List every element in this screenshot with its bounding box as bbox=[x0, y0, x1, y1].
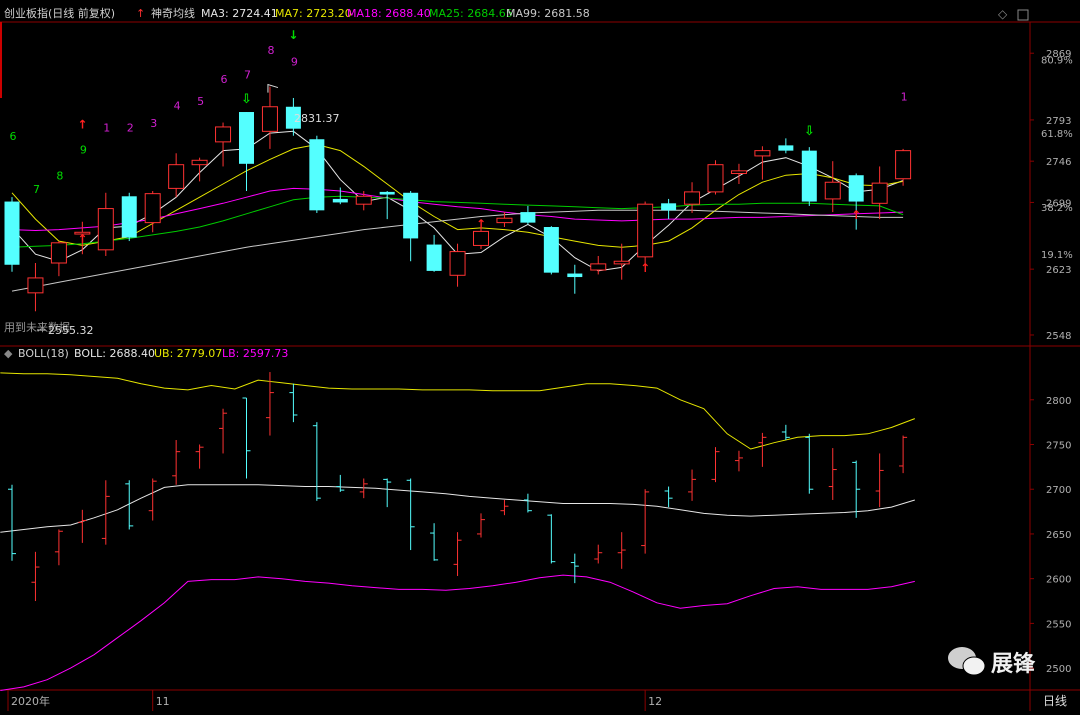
signal-number: 8 bbox=[56, 170, 63, 183]
signal-number: 6 bbox=[10, 130, 17, 143]
boll-y-tick-label: 2800 bbox=[1046, 396, 1071, 407]
high-price-label: 2831.37 bbox=[294, 112, 340, 125]
sell-arrow-icon: ⇩ bbox=[241, 92, 252, 107]
x-tick-label: 12 bbox=[648, 695, 662, 708]
boll-ub-value: UB: 2779.07 bbox=[154, 347, 222, 360]
chart-svg: 25482623269927462793286919.1%38.2%61.8%8… bbox=[0, 0, 1080, 711]
boll-y-tick-label: 2600 bbox=[1046, 575, 1071, 586]
candle-body-up bbox=[895, 150, 912, 180]
y-tick-label: 2746 bbox=[1046, 157, 1071, 168]
boll-menu-icon[interactable]: ◆ bbox=[4, 347, 13, 360]
signal-number: 7 bbox=[33, 183, 40, 196]
candle-body-up bbox=[50, 242, 67, 264]
signal-number: 2 bbox=[127, 121, 134, 134]
chart-container: 2548 2623 2699 2746 2793 2869 19.1% 38.2% 61.8% 8… bbox=[0, 0, 1080, 711]
ma25-value: MA25: 2684.65 bbox=[429, 7, 513, 20]
signal-number: 5 bbox=[197, 95, 204, 108]
candle-body-up bbox=[355, 195, 372, 205]
signal-number: 8 bbox=[267, 44, 274, 57]
boll-y-tick-label: 2650 bbox=[1046, 530, 1071, 541]
ma3-value: MA3: 2724.41 bbox=[201, 7, 278, 20]
candle-body-down bbox=[801, 150, 817, 202]
ma99-value: MA99: 2681.58 bbox=[506, 7, 590, 20]
pct-tick-label: 38.2% bbox=[1041, 203, 1073, 214]
candle-body-down bbox=[778, 145, 794, 151]
candle-body-down bbox=[239, 112, 254, 164]
signal-number: 7 bbox=[244, 69, 251, 82]
candle-body-up bbox=[144, 193, 161, 224]
candle-body-up bbox=[191, 159, 208, 166]
candle-body-up bbox=[824, 181, 841, 200]
candle-body-up bbox=[684, 191, 701, 205]
y-tick-label: 2548 bbox=[1046, 331, 1071, 342]
candle-body-down bbox=[661, 203, 677, 211]
boll-y-tick-label: 2550 bbox=[1046, 619, 1071, 630]
boll-mid-value: BOLL: 2688.40 bbox=[74, 347, 155, 360]
candle-body-down bbox=[848, 175, 864, 202]
x-tick-label: 2020年 bbox=[11, 694, 50, 708]
candle-body-up bbox=[730, 170, 747, 174]
candle-body-up bbox=[215, 126, 232, 143]
boll-y-tick-label: 2750 bbox=[1046, 441, 1071, 452]
candle-body-down bbox=[403, 192, 419, 239]
candle-body-up bbox=[613, 260, 630, 265]
pct-tick-label: 19.1% bbox=[1041, 250, 1073, 261]
candle-body-up bbox=[27, 277, 44, 294]
candle-body-down bbox=[4, 201, 20, 265]
candle-body-up bbox=[590, 263, 607, 271]
signal-number: 1 bbox=[103, 121, 110, 134]
ma18-value: MA18: 2688.40 bbox=[347, 7, 431, 20]
candle-body-up bbox=[473, 230, 489, 246]
candle-body-up bbox=[707, 164, 724, 193]
signal-number: 9 bbox=[80, 143, 87, 156]
sell-arrow-icon: ⇩ bbox=[804, 124, 815, 139]
signal-number: 1 bbox=[901, 91, 908, 104]
candle-body-up bbox=[97, 208, 114, 251]
x-tick-label: 11 bbox=[156, 695, 170, 708]
candle-body-down bbox=[520, 212, 536, 223]
boll-title: BOLL(18) bbox=[18, 347, 69, 360]
watermark-text: 展锋 bbox=[991, 651, 1036, 677]
candle-body-up bbox=[496, 217, 513, 224]
chart-title: 创业板指(日线 前复权) bbox=[4, 6, 115, 20]
y-tick-label: 2793 bbox=[1046, 116, 1071, 127]
buy-arrow-icon: ↑ bbox=[640, 261, 650, 275]
candle-body-up bbox=[754, 150, 771, 157]
candle-body-down bbox=[332, 198, 348, 203]
up-arrow-icon: ↑ bbox=[136, 7, 145, 20]
signal-number: 3 bbox=[150, 117, 157, 130]
buy-arrow-icon: ↑ bbox=[476, 217, 486, 231]
pct-tick-label: 80.9% bbox=[1041, 55, 1073, 66]
diamond-icon[interactable]: ◇ bbox=[998, 7, 1008, 21]
buy-arrow-icon: ↑ bbox=[851, 208, 861, 222]
candle-body-up bbox=[261, 106, 278, 132]
ma7-value: MA7: 2723.20 bbox=[275, 7, 352, 20]
candle-body-down bbox=[543, 227, 559, 273]
candle-body-up bbox=[871, 182, 888, 204]
candle-body-up bbox=[168, 164, 185, 189]
candle-body-down bbox=[379, 191, 395, 195]
signal-number: 6 bbox=[221, 73, 228, 86]
period-tab[interactable]: 日线 bbox=[1043, 694, 1067, 708]
boll-y-tick-label: 2700 bbox=[1046, 485, 1071, 496]
candle-body-up bbox=[637, 203, 654, 258]
signal-number: 9 bbox=[291, 56, 298, 69]
low-price-label: 2555.32 bbox=[48, 324, 94, 337]
boll-lb-value: LB: 2597.73 bbox=[222, 347, 288, 360]
boll-y-tick-label: 2500 bbox=[1046, 664, 1071, 675]
signal-number: 4 bbox=[174, 99, 181, 112]
buy-arrow-icon: ↑ bbox=[77, 118, 87, 132]
sell-arrow-icon: ↓ bbox=[288, 28, 298, 42]
buy-arrow-icon: ↑ bbox=[77, 232, 87, 246]
candle-body-down bbox=[121, 196, 137, 238]
y-tick-label: 2623 bbox=[1046, 265, 1071, 276]
candle-body-down bbox=[426, 244, 442, 271]
candle-body-down bbox=[567, 273, 583, 278]
candle-body-down bbox=[309, 139, 325, 211]
pct-tick-label: 61.8% bbox=[1041, 129, 1073, 140]
indicator-name[interactable]: 神奇均线 bbox=[151, 6, 195, 20]
candle-body-up bbox=[449, 251, 466, 276]
